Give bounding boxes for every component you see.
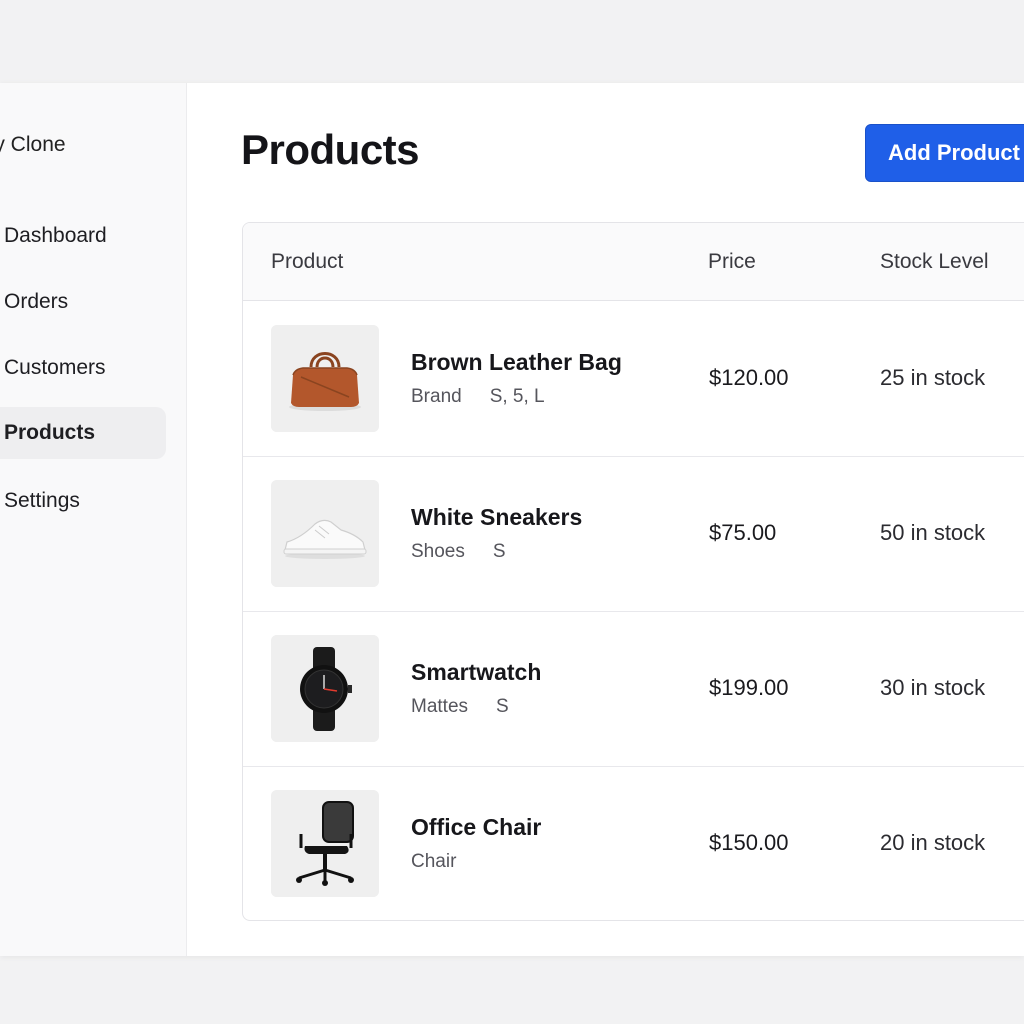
sidebar-item-orders[interactable]: Orders	[0, 276, 166, 328]
sidebar-item-settings[interactable]: Settings	[0, 475, 166, 527]
product-name[interactable]: White Sneakers	[411, 504, 582, 531]
table-row[interactable]: White Sneakers Shoes S $75.00 50 in stock	[243, 456, 1024, 612]
sneaker-icon	[271, 480, 379, 587]
product-sizes: S	[496, 696, 509, 717]
main-content: Products Add Product Product Price Stock…	[187, 83, 1024, 956]
product-sizes: S, 5, L	[489, 386, 545, 407]
chair-icon	[271, 790, 379, 897]
bag-icon	[271, 325, 379, 432]
product-stock: 50 in stock	[880, 520, 986, 545]
product-stock: 25 in stock	[880, 365, 986, 390]
product-category: Mattes	[411, 696, 469, 717]
product-price: $75.00	[709, 520, 777, 545]
sidebar-item-dashboard[interactable]: Dashboard	[0, 210, 166, 262]
product-price: $150.00	[709, 830, 789, 855]
product-name[interactable]: Brown Leather Bag	[411, 349, 622, 376]
product-meta: Brand S, 5, L	[411, 386, 573, 408]
products-table: Product Price Stock Level Brown Leather …	[242, 222, 1024, 921]
column-header-stock-level[interactable]: Stock Level	[880, 250, 989, 274]
product-name[interactable]: Smartwatch	[411, 659, 541, 686]
product-category: Brand	[411, 386, 462, 407]
product-price: $199.00	[709, 675, 789, 700]
product-meta: Mattes S	[411, 696, 537, 718]
product-meta: Shoes S	[411, 541, 534, 563]
app-window: lpy Clone Dashboard Orders Customers Pro…	[0, 83, 1024, 956]
product-sizes: S	[492, 541, 506, 562]
brand-name: lpy Clone	[0, 133, 66, 156]
product-price: $120.00	[709, 365, 789, 390]
product-category: Chair	[411, 851, 457, 872]
watch-icon	[271, 635, 379, 742]
sidebar: lpy Clone Dashboard Orders Customers Pro…	[0, 83, 187, 956]
table-row[interactable]: Office Chair Chair $150.00 20 in stock	[243, 766, 1024, 920]
sidebar-item-products[interactable]: Products	[0, 407, 166, 459]
table-row[interactable]: Brown Leather Bag Brand S, 5, L $120.00 2…	[243, 301, 1024, 457]
product-category: Shoes	[411, 541, 465, 562]
table-row[interactable]: Smartwatch Mattes S $199.00 30 in stock	[243, 611, 1024, 767]
column-header-price[interactable]: Price	[708, 250, 756, 274]
product-stock: 30 in stock	[880, 675, 986, 700]
product-name[interactable]: Office Chair	[411, 814, 541, 841]
column-header-product[interactable]: Product	[271, 250, 343, 274]
page-title: Products	[241, 126, 420, 173]
table-header: Product Price Stock Level	[243, 223, 1024, 301]
product-stock: 20 in stock	[880, 830, 986, 855]
add-product-button[interactable]: Add Product	[865, 124, 1024, 182]
sidebar-item-customers[interactable]: Customers	[0, 342, 166, 394]
product-meta: Chair	[411, 851, 512, 873]
